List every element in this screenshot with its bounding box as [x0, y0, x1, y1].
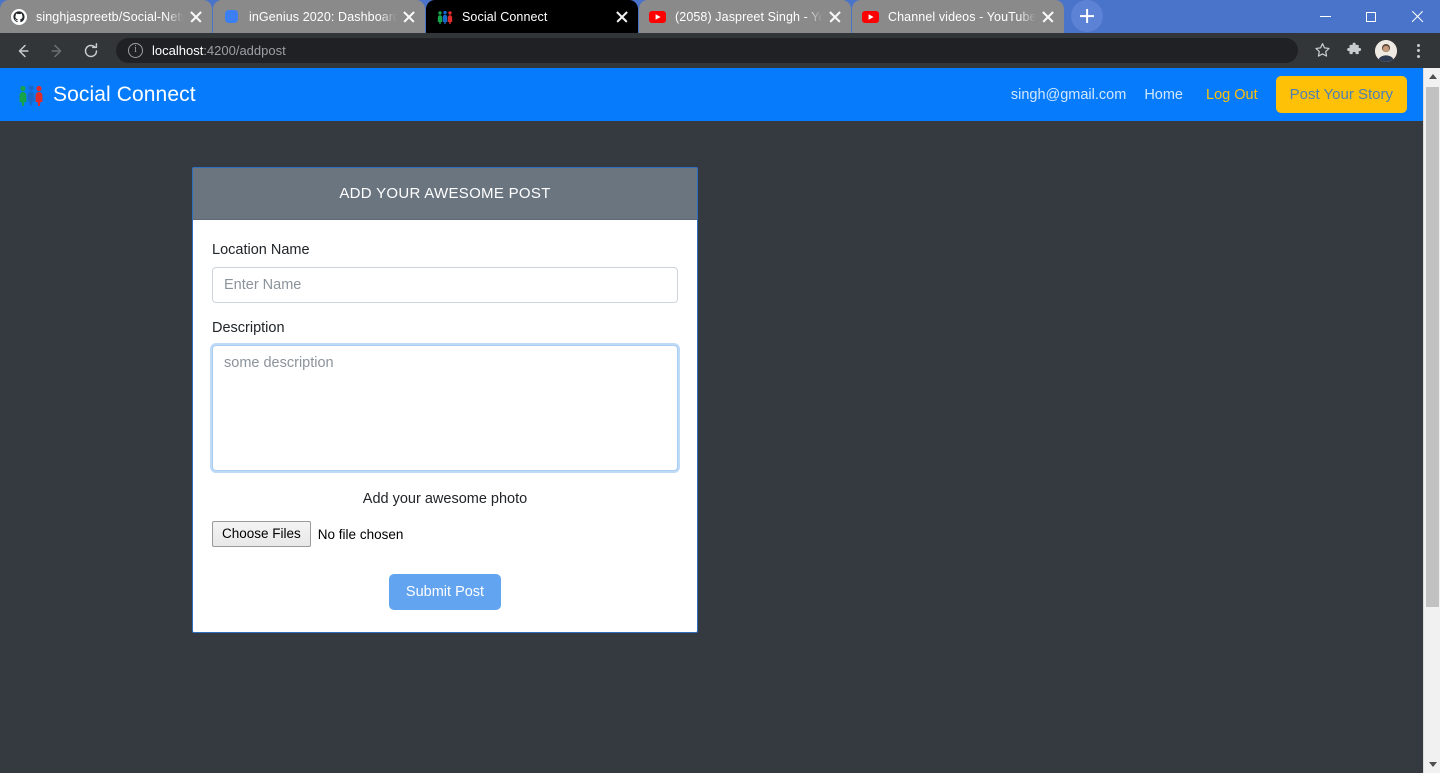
address-bar[interactable]: i localhost:4200/addpost	[116, 38, 1298, 63]
browser-toolbar: i localhost:4200/addpost	[0, 33, 1440, 68]
minimize-button[interactable]	[1302, 0, 1348, 33]
maximize-icon	[1366, 11, 1376, 22]
choose-files-button[interactable]: Choose Files	[212, 521, 311, 548]
submit-row: Submit Post	[212, 574, 678, 611]
brand-name: Social Connect	[53, 82, 196, 106]
card-header-title: ADD YOUR AWESOME POST	[193, 168, 697, 220]
file-status-text: No file chosen	[317, 526, 404, 542]
tab-close-icon[interactable]	[188, 9, 204, 25]
location-name-label: Location Name	[212, 242, 310, 258]
page-viewport: Social Connect singh@gmail.com Home Log …	[0, 68, 1440, 773]
three-dots-icon	[1416, 43, 1420, 58]
location-name-input[interactable]	[212, 267, 678, 303]
back-button[interactable]	[8, 36, 38, 66]
scroll-down-button[interactable]	[1424, 756, 1440, 773]
tab-close-icon[interactable]	[401, 9, 417, 25]
photo-upload-label: Add your awesome photo	[362, 491, 528, 507]
navbar-links: singh@gmail.com Home Log Out Post Your S…	[1002, 76, 1407, 113]
youtube-icon	[649, 8, 666, 25]
github-icon	[10, 8, 27, 25]
tab-close-icon[interactable]	[1040, 9, 1056, 25]
reload-button[interactable]	[76, 36, 106, 66]
scroll-down-icon	[1428, 762, 1437, 767]
puzzle-icon	[1346, 42, 1361, 55]
forward-button[interactable]	[42, 36, 72, 66]
close-window-button[interactable]	[1394, 0, 1440, 33]
tab-close-icon[interactable]	[827, 9, 843, 25]
file-input-row[interactable]: Choose Files No file chosen	[212, 521, 678, 548]
toolbar-actions	[1304, 37, 1432, 65]
site-navbar: Social Connect singh@gmail.com Home Log …	[0, 68, 1423, 121]
scroll-up-icon	[1428, 74, 1437, 79]
add-post-card: ADD YOUR AWESOME POST Location Name Desc…	[192, 167, 698, 634]
nav-link-logout[interactable]: Log Out	[1192, 87, 1272, 103]
page-scrollbar[interactable]	[1423, 68, 1440, 773]
people-group-icon	[18, 84, 44, 106]
new-tab-button[interactable]	[1071, 0, 1103, 32]
tab-title: Channel videos - YouTube Studio	[888, 9, 1036, 24]
back-arrow-icon	[18, 44, 29, 57]
info-icon[interactable]: i	[128, 43, 143, 58]
social-connect-icon	[436, 8, 453, 25]
card-body: Location Name Description Add your aweso…	[193, 220, 697, 632]
scrollbar-thumb[interactable]	[1426, 87, 1439, 607]
tab-title: singhjaspreetb/Social-Network: T	[36, 9, 184, 24]
browser-tab-github[interactable]: singhjaspreetb/Social-Network: T	[0, 0, 212, 33]
browser-tab-youtube-studio[interactable]: Channel videos - YouTube Studio	[852, 0, 1064, 33]
reload-icon	[84, 42, 98, 57]
web-page: Social Connect singh@gmail.com Home Log …	[0, 68, 1423, 773]
description-textarea[interactable]	[212, 345, 678, 471]
tab-title: (2058) Jaspreet Singh - YouTube	[675, 9, 823, 24]
submit-post-button[interactable]: Submit Post	[388, 574, 502, 611]
browser-menu-button[interactable]	[1404, 37, 1432, 65]
brand-logo[interactable]: Social Connect	[18, 83, 196, 107]
browser-window: singhjaspreetb/Social-Network: T inGeniu…	[0, 0, 1440, 773]
browser-tab-social-connect[interactable]: Social Connect	[426, 0, 638, 33]
browser-tab-youtube-video[interactable]: (2058) Jaspreet Singh - YouTube	[639, 0, 851, 33]
browser-tab-ingenius[interactable]: inGenius 2020: Dashboard | Devf	[213, 0, 425, 33]
tab-title: inGenius 2020: Dashboard | Devf	[249, 9, 397, 24]
description-label: Description	[212, 320, 285, 336]
window-controls	[1302, 0, 1440, 33]
blue-square-icon	[223, 8, 240, 25]
tab-title: Social Connect	[462, 9, 548, 24]
maximize-button[interactable]	[1348, 0, 1394, 33]
tab-strip: singhjaspreetb/Social-Network: T inGeniu…	[0, 0, 1103, 33]
url-host: localhost	[152, 43, 204, 58]
nav-user-email: singh@gmail.com	[1010, 86, 1127, 103]
url-path: :4200/addpost	[203, 43, 286, 58]
profile-button[interactable]	[1372, 37, 1400, 65]
extensions-button[interactable]	[1340, 37, 1368, 65]
star-icon	[1314, 43, 1330, 57]
post-your-story-button[interactable]: Post Your Story	[1275, 76, 1407, 113]
browser-titlebar: singhjaspreetb/Social-Network: T inGeniu…	[0, 0, 1440, 33]
scroll-up-button[interactable]	[1424, 68, 1440, 85]
avatar-icon	[1375, 39, 1397, 62]
url-text: localhost:4200/addpost	[152, 43, 286, 58]
minimize-icon	[1319, 15, 1331, 18]
close-icon	[1411, 11, 1423, 23]
forward-arrow-icon	[51, 44, 62, 57]
nav-link-home[interactable]: Home	[1135, 87, 1192, 103]
bookmark-button[interactable]	[1308, 37, 1336, 65]
youtube-icon	[862, 8, 879, 25]
tab-close-icon[interactable]	[614, 9, 630, 25]
